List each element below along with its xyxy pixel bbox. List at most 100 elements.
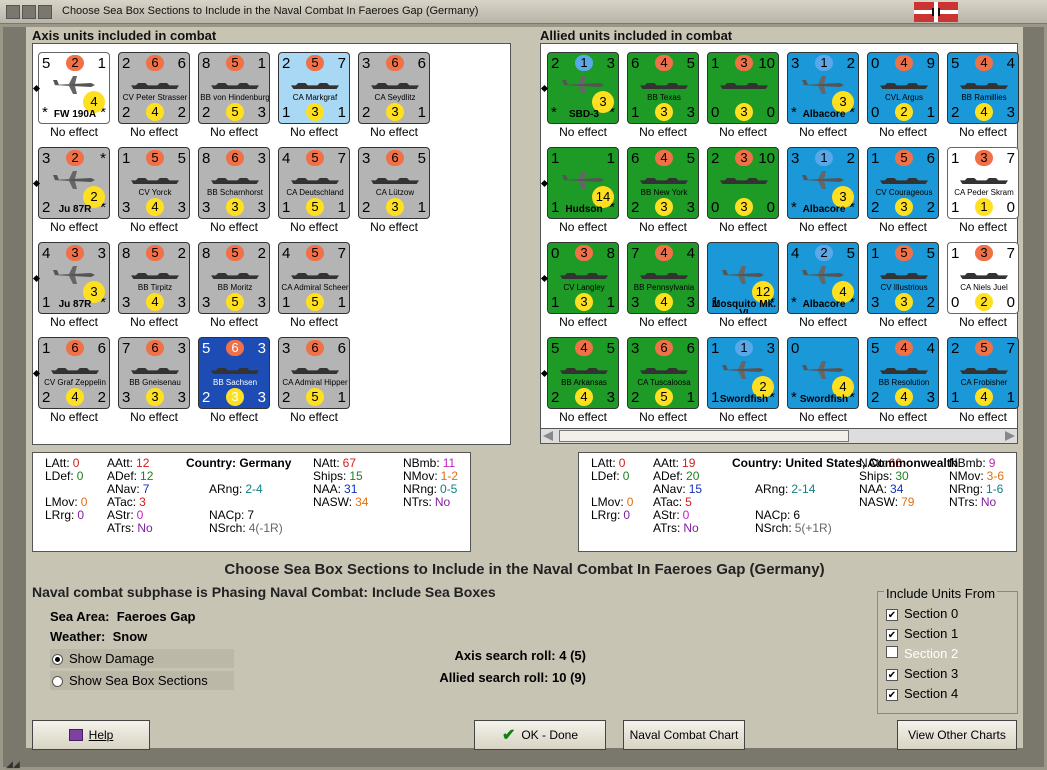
allied-unit-counter[interactable]: 1 3 1 * 1 2 Swordfish: [707, 337, 779, 409]
axis-unit-counter[interactable]: 8 2 3 3 5 4 BB Tirpitz: [118, 242, 190, 314]
checkbox-icon[interactable]: ✔: [886, 629, 898, 641]
section-checkbox-0[interactable]: ✔ Section 0: [886, 606, 958, 621]
help-button[interactable]: Help: [32, 720, 150, 750]
stat-label: LAtt:: [591, 456, 616, 470]
counter-value-tr: 6: [417, 55, 426, 72]
stat-label: ADef:: [653, 469, 684, 483]
counter-value-bc: 1: [975, 198, 993, 216]
counter-unit-name: SBD-3: [568, 109, 599, 120]
view-other-charts-button[interactable]: View Other Charts: [897, 720, 1017, 750]
allied-unit-counter[interactable]: 0 * * 4 Swordfish: [787, 337, 859, 409]
show-damage-radio[interactable]: Show Damage: [50, 649, 234, 668]
axis-unit-counter[interactable]: 3 * 2 * 2 2 Ju 87R: [38, 147, 110, 219]
section-checkbox-1[interactable]: ✔ Section 1: [886, 626, 958, 641]
combat-effect-label: No effect: [639, 410, 687, 424]
counter-value-tl: 8: [122, 245, 131, 262]
allied-unit-counter[interactable]: 5 5 2 3 4 4 BB Arkansas: [547, 337, 619, 409]
allied-unit-counter[interactable]: 1 5 3 2 5 3 CV Illustrious: [867, 242, 939, 314]
axis-unit-counter[interactable]: 1 6 2 2 6 4 CV Graf Zeppelin: [38, 337, 110, 409]
counter-value-tr: 2: [846, 150, 855, 167]
axis-unit-counter[interactable]: 4 7 1 1 5 5 CA Deutschland: [278, 147, 350, 219]
counter-value-br: 3: [686, 294, 695, 311]
counter-value-tr: 6: [337, 340, 346, 357]
stat-value: 12: [136, 456, 150, 470]
allied-unit-counter[interactable]: 3 2 * * 1 3 Albacore: [787, 52, 859, 124]
counter-value-tc: 6: [655, 340, 673, 356]
scroll-left-icon[interactable]: [543, 431, 553, 441]
allied-unit-counter[interactable]: 4 5 * * 2 4 Albacore: [787, 242, 859, 314]
resize-grip-icon[interactable]: ◢◢: [6, 759, 34, 769]
allied-unit-counter[interactable]: 0 8 1 1 3 3 CV Langley: [547, 242, 619, 314]
allied-unit-counter[interactable]: 1 7 0 0 3 2 CA Niels Juel: [947, 242, 1019, 314]
allied-unit-counter[interactable]: 7 4 3 3 4 4 BB Pennsylvania: [627, 242, 699, 314]
counter-value-tl: 3: [42, 150, 51, 167]
axis-unit-counter[interactable]: 8 1 2 3 5 5 BB von Hindenburg: [198, 52, 270, 124]
ok-done-button[interactable]: ✔ OK - Done: [474, 720, 606, 750]
scroll-right-icon[interactable]: [1005, 431, 1015, 441]
allied-unit-counter[interactable]: 1 * 12 Mosquito Mk. VI: [707, 242, 779, 314]
allied-unit-counter[interactable]: 1 10 0 0 3 3: [707, 52, 779, 124]
allied-unit-counter[interactable]: 1 7 1 0 3 1 CA Peder Skram: [947, 147, 1019, 219]
allied-unit-counter[interactable]: 6 5 2 3 4 3 BB New York: [627, 147, 699, 219]
checkbox-icon[interactable]: ✔: [886, 689, 898, 701]
allied-unit-counter[interactable]: 6 5 1 3 4 3 BB Texas: [627, 52, 699, 124]
section-checkbox-4[interactable]: ✔ Section 4: [886, 686, 958, 701]
allied-horizontal-scrollbar[interactable]: [540, 428, 1018, 444]
axis-unit-counter[interactable]: 3 6 2 1 6 3 CA Seydlitz: [358, 52, 430, 124]
axis-unit-counter[interactable]: 5 1 * * 2 4 FW 190A: [38, 52, 110, 124]
allied-unit-counter[interactable]: 0 9 0 1 4 2 CVL Argus: [867, 52, 939, 124]
radio-selected-icon[interactable]: [52, 654, 63, 666]
allied-unit-counter[interactable]: 3 6 2 1 6 5 CA Tuscaloosa: [627, 337, 699, 409]
show-sections-radio[interactable]: Show Sea Box Sections: [50, 671, 234, 690]
counter-unit-name: Ju 87R: [58, 204, 92, 215]
axis-unit-counter[interactable]: 2 7 1 1 5 3 CA Markgraf: [278, 52, 350, 124]
axis-unit-counter[interactable]: 3 5 2 1 6 3 CA Lützow: [358, 147, 430, 219]
stat-naa: NAA: 34: [859, 482, 903, 496]
counter-unit-name: CV Langley: [563, 283, 605, 292]
counter-value-bl: 2: [202, 104, 211, 121]
checkbox-icon[interactable]: ✔: [886, 609, 898, 621]
allied-unit-counter[interactable]: 2 10 0 0 3 3: [707, 147, 779, 219]
counter-value-tr: 6: [177, 55, 186, 72]
allied-unit-counter[interactable]: 3 2 * * 1 3 Albacore: [787, 147, 859, 219]
axis-unit-counter[interactable]: 4 7 1 1 5 5 CA Admiral Scheer: [278, 242, 350, 314]
counter-value-bc: 5: [226, 103, 244, 121]
section-checkbox-2[interactable]: Section 2: [886, 646, 958, 661]
counter-value-br: 0: [766, 199, 775, 216]
stat-value: 79: [901, 495, 915, 509]
axis-unit-counter[interactable]: 8 3 3 3 6 3 BB Scharnhorst: [198, 147, 270, 219]
stat-lmov: LMov: 0: [45, 495, 87, 509]
counter-value-bl: 0: [871, 104, 880, 121]
axis-unit-counter[interactable]: 7 3 3 3 6 3 BB Gneisenau: [118, 337, 190, 409]
counter-value-tl: 1: [871, 245, 880, 262]
window-menu-icon[interactable]: [6, 5, 54, 19]
naval-combat-chart-button[interactable]: Naval Combat Chart: [623, 720, 745, 750]
stat-label: NASW:: [313, 495, 353, 509]
allied-unit-counter[interactable]: 2 7 1 1 5 4 CA Frobisher: [947, 337, 1019, 409]
stat-atrs: ATrs: No: [107, 521, 153, 535]
stat-value: 1-2: [440, 469, 459, 483]
counter-value-br: 1: [417, 104, 426, 121]
checkbox-icon[interactable]: [886, 646, 898, 658]
axis-unit-counter[interactable]: 4 3 1 * 3 3 Ju 87R: [38, 242, 110, 314]
ship-icon: [211, 83, 259, 89]
counter-value-bl: 3: [202, 294, 211, 311]
allied-unit-counter[interactable]: 2 3 * * 1 3 SBD-3: [547, 52, 619, 124]
scroll-thumb[interactable]: [559, 430, 849, 442]
counter-value-tr: 5: [846, 245, 855, 262]
checkbox-icon[interactable]: ✔: [886, 669, 898, 681]
axis-unit-counter[interactable]: 1 5 3 3 5 4 CV Yorck: [118, 147, 190, 219]
section-checkbox-3[interactable]: ✔ Section 3: [886, 666, 958, 681]
axis-unit-counter[interactable]: 8 2 3 3 5 5 BB Moritz: [198, 242, 270, 314]
counter-value-bl: 1: [951, 199, 960, 216]
counter-value-bl: 0: [951, 294, 960, 311]
radio-unselected-icon[interactable]: [52, 676, 63, 688]
axis-unit-counter[interactable]: 3 6 2 1 6 5 CA Admiral Hipper: [278, 337, 350, 409]
counter-value-tl: 1: [42, 340, 51, 357]
axis-unit-counter[interactable]: 5 3 2 3 6 3 BB Sachsen: [198, 337, 270, 409]
allied-unit-counter[interactable]: 5 4 2 3 4 4 BB Resolution: [867, 337, 939, 409]
allied-unit-counter[interactable]: 5 4 2 3 4 4 BB Ramillies: [947, 52, 1019, 124]
allied-unit-counter[interactable]: 1 1 1 * 14 Hudson: [547, 147, 619, 219]
allied-unit-counter[interactable]: 1 6 2 2 5 3 CV Courageous: [867, 147, 939, 219]
axis-unit-counter[interactable]: 2 6 2 2 6 4 CV Peter Strasser: [118, 52, 190, 124]
